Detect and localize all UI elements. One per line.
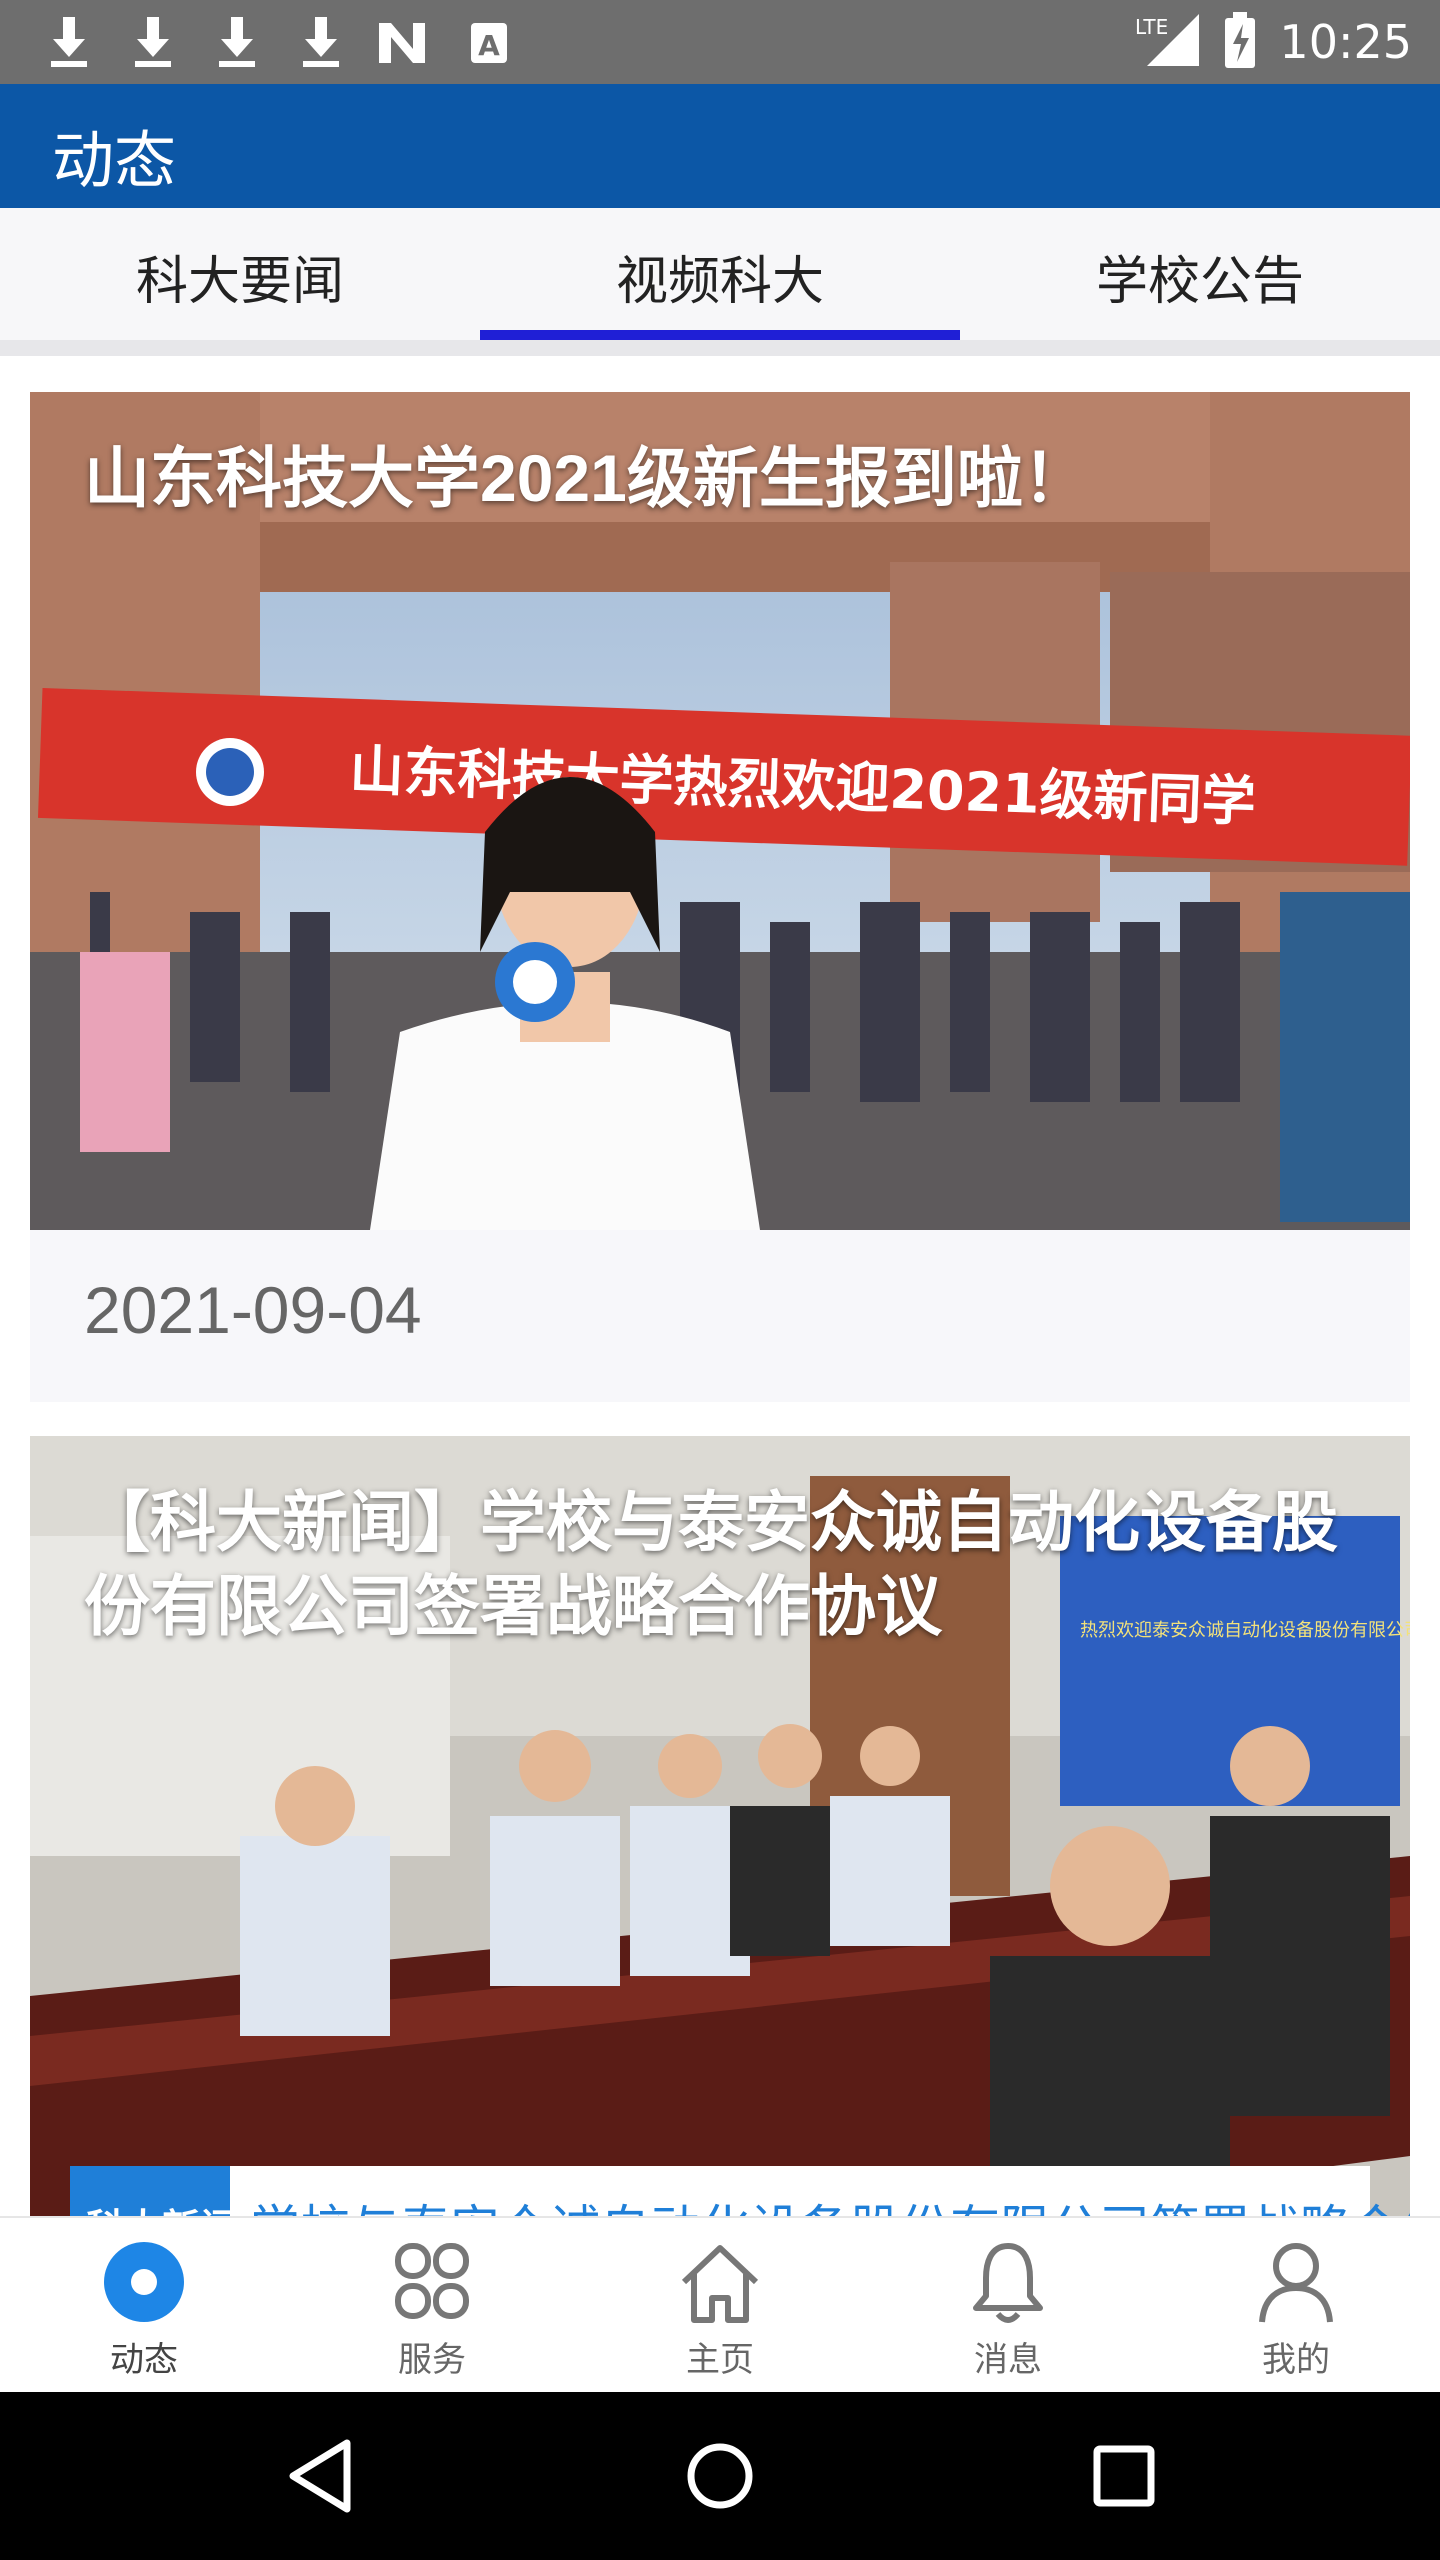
n-logo-icon bbox=[376, 14, 434, 72]
video-thumbnail[interactable]: 山东科技大学热烈欢迎2021级新同学 山东科技大学2021级新生报到啦！ bbox=[30, 392, 1410, 1230]
tab-video[interactable]: 视频科大 bbox=[480, 208, 960, 344]
nav-messages[interactable]: 消息 bbox=[864, 2218, 1152, 2394]
status-bar: A LTE 10:25 bbox=[0, 0, 1440, 84]
divider bbox=[0, 340, 1440, 356]
battery-icon bbox=[1223, 12, 1257, 72]
video-feed[interactable]: 山东科技大学热烈欢迎2021级新同学 山东科技大学2021级新生报到啦！ 202… bbox=[0, 356, 1440, 2216]
download-icon bbox=[208, 14, 266, 72]
download-icon bbox=[124, 14, 182, 72]
svg-text:LTE: LTE bbox=[1135, 15, 1168, 39]
app-bar: 动态 bbox=[0, 84, 1440, 208]
back-button[interactable] bbox=[270, 2426, 370, 2526]
status-right: LTE 10:25 bbox=[1135, 0, 1412, 84]
nav-label: 主页 bbox=[686, 2340, 754, 2380]
back-icon bbox=[289, 2439, 351, 2513]
profile-icon bbox=[1259, 2243, 1333, 2323]
download-icon bbox=[292, 14, 350, 72]
tab-announcements[interactable]: 学校公告 bbox=[960, 208, 1440, 344]
video-thumbnail[interactable]: 热烈欢迎泰安众诚自动化设备股份有限公司领导莅临学校 bbox=[30, 1436, 1410, 2216]
nav-home[interactable]: 主页 bbox=[576, 2218, 864, 2394]
services-icon bbox=[395, 2243, 469, 2319]
video-title: 【科大新闻】学校与泰安众诚自动化设备股份有限公司签署战略合作协议 bbox=[84, 1485, 1338, 1643]
caption-tag: 科大新闻 bbox=[86, 2206, 238, 2216]
circle-home-icon bbox=[687, 2443, 753, 2509]
bottom-navigation: 动态 服务 主页 消息 我的 bbox=[0, 2216, 1440, 2394]
a-icon: A bbox=[460, 14, 518, 72]
home-icon bbox=[681, 2245, 759, 2323]
video-title: 山东科技大学2021级新生报到啦！ bbox=[84, 441, 1089, 515]
clock: 10:25 bbox=[1279, 15, 1412, 69]
nav-dynamic[interactable]: 动态 bbox=[0, 2218, 288, 2394]
nav-profile[interactable]: 我的 bbox=[1152, 2218, 1440, 2394]
tab-bar: 科大要闻 视频科大 学校公告 bbox=[0, 208, 1440, 344]
system-navigation-bar bbox=[0, 2392, 1440, 2560]
bell-icon bbox=[973, 2243, 1043, 2323]
square-recents-icon bbox=[1093, 2445, 1155, 2507]
recents-button[interactable] bbox=[1074, 2426, 1174, 2526]
page-title: 动态 bbox=[52, 124, 177, 197]
nav-services[interactable]: 服务 bbox=[288, 2218, 576, 2394]
tab-news[interactable]: 科大要闻 bbox=[0, 208, 480, 344]
video-card[interactable]: 热烈欢迎泰安众诚自动化设备股份有限公司领导莅临学校 bbox=[30, 1436, 1410, 2216]
nav-label: 动态 bbox=[110, 2340, 178, 2380]
nav-label: 消息 bbox=[974, 2340, 1042, 2380]
nav-label: 我的 bbox=[1262, 2340, 1330, 2380]
nav-label: 服务 bbox=[398, 2340, 466, 2380]
dynamic-icon bbox=[104, 2242, 184, 2322]
download-icon bbox=[40, 14, 98, 72]
caption-text: 学校与泰安众诚自动化设备股份有限公司签署战略合作协议 bbox=[250, 2200, 1410, 2216]
svg-text:A: A bbox=[478, 29, 500, 62]
video-date: 2021-09-04 bbox=[84, 1273, 422, 1347]
signal-icon: LTE bbox=[1135, 14, 1201, 70]
video-card[interactable]: 山东科技大学热烈欢迎2021级新同学 山东科技大学2021级新生报到啦！ 202… bbox=[30, 392, 1410, 1402]
notification-icons: A bbox=[40, 14, 518, 72]
tab-indicator bbox=[480, 330, 960, 340]
home-system-button[interactable] bbox=[670, 2426, 770, 2526]
